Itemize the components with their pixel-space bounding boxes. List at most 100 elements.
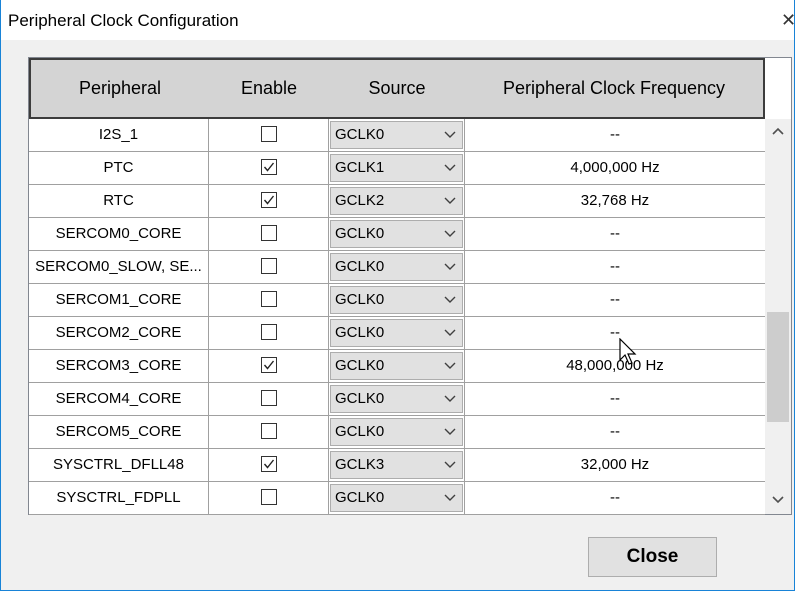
- dialog-window: Peripheral Clock Configuration ✕ Periphe…: [0, 0, 795, 591]
- source-cell: GCLK0: [329, 284, 465, 316]
- frequency-value: --: [610, 258, 620, 275]
- table-row[interactable]: SYSCTRL_DFLL48 GCLK3 32,000 Hz: [29, 449, 765, 482]
- source-cell: GCLK1: [329, 152, 465, 184]
- source-cell: GCLK0: [329, 218, 465, 250]
- enable-checkbox[interactable]: [260, 423, 277, 440]
- enable-checkbox[interactable]: [260, 159, 277, 176]
- enable-checkbox[interactable]: [260, 291, 277, 308]
- source-dropdown[interactable]: GCLK1: [330, 154, 463, 182]
- check-icon: [263, 162, 274, 172]
- chevron-down-icon: [444, 494, 456, 501]
- source-dropdown[interactable]: GCLK0: [330, 418, 463, 446]
- table-row[interactable]: RTC GCLK2 32,768 Hz: [29, 185, 765, 218]
- enable-cell: [209, 185, 329, 217]
- source-value: GCLK1: [335, 159, 385, 176]
- enable-cell: [209, 449, 329, 481]
- enable-cell: [209, 218, 329, 250]
- source-dropdown[interactable]: GCLK0: [330, 286, 463, 314]
- table-header: Peripheral Enable Source Peripheral Cloc…: [29, 58, 765, 119]
- enable-checkbox[interactable]: [260, 456, 277, 473]
- chevron-down-icon: [444, 461, 456, 468]
- table-row[interactable]: SERCOM0_SLOW, SE... GCLK0 --: [29, 251, 765, 284]
- header-peripheral[interactable]: Peripheral: [31, 60, 209, 117]
- chevron-down-icon: [444, 362, 456, 369]
- peripheral-name: SYSCTRL_FDPLL: [29, 482, 209, 514]
- frequency-value: 32,000 Hz: [580, 456, 650, 473]
- source-dropdown[interactable]: GCLK0: [330, 121, 463, 149]
- chevron-down-icon: [444, 131, 456, 138]
- frequency-value: --: [610, 126, 620, 143]
- source-dropdown[interactable]: GCLK2: [330, 187, 463, 215]
- peripheral-name: I2S_1: [29, 119, 209, 151]
- enable-checkbox[interactable]: [260, 324, 277, 341]
- enable-checkbox[interactable]: [260, 258, 277, 275]
- source-dropdown[interactable]: GCLK0: [330, 352, 463, 380]
- source-value: GCLK0: [335, 489, 385, 506]
- check-icon: [263, 195, 274, 205]
- source-dropdown[interactable]: GCLK0: [330, 220, 463, 248]
- source-value: GCLK0: [335, 324, 385, 341]
- source-dropdown[interactable]: GCLK0: [330, 484, 463, 512]
- close-icon[interactable]: ✕: [781, 10, 795, 30]
- frequency-value: --: [610, 324, 620, 341]
- peripheral-name: SYSCTRL_DFLL48: [29, 449, 209, 481]
- enable-cell: [209, 284, 329, 316]
- table-row[interactable]: SERCOM3_CORE GCLK0 48,000,000 Hz: [29, 350, 765, 383]
- header-enable[interactable]: Enable: [209, 60, 329, 117]
- vertical-scrollbar[interactable]: [765, 119, 791, 514]
- frequency-value: --: [610, 291, 620, 308]
- check-icon: [263, 459, 274, 469]
- source-dropdown[interactable]: GCLK0: [330, 319, 463, 347]
- table-row[interactable]: SYSCTRL_FDPLL GCLK0 --: [29, 482, 765, 515]
- header-frequency[interactable]: Peripheral Clock Frequency: [465, 60, 763, 117]
- source-value: GCLK3: [335, 456, 385, 473]
- table-row[interactable]: SERCOM0_CORE GCLK0 --: [29, 218, 765, 251]
- table-row[interactable]: SERCOM2_CORE GCLK0 --: [29, 317, 765, 350]
- scrollbar-thumb[interactable]: [767, 312, 789, 422]
- source-dropdown[interactable]: GCLK0: [330, 253, 463, 281]
- close-button[interactable]: Close: [588, 537, 717, 577]
- source-value: GCLK0: [335, 291, 385, 308]
- enable-checkbox[interactable]: [260, 192, 277, 209]
- chevron-down-icon[interactable]: [772, 496, 784, 504]
- enable-checkbox[interactable]: [260, 390, 277, 407]
- source-value: GCLK0: [335, 390, 385, 407]
- frequency-value: --: [610, 423, 620, 440]
- chevron-up-icon[interactable]: [772, 127, 784, 135]
- enable-cell: [209, 416, 329, 448]
- source-value: GCLK0: [335, 225, 385, 242]
- source-cell: GCLK0: [329, 251, 465, 283]
- table-row[interactable]: SERCOM1_CORE GCLK0 --: [29, 284, 765, 317]
- frequency-value: 32,768 Hz: [580, 192, 650, 209]
- chevron-down-icon: [444, 395, 456, 402]
- enable-checkbox[interactable]: [260, 126, 277, 143]
- peripheral-name: PTC: [29, 152, 209, 184]
- source-value: GCLK0: [335, 357, 385, 374]
- enable-cell: [209, 383, 329, 415]
- table-row[interactable]: I2S_1 GCLK0 --: [29, 119, 765, 152]
- enable-checkbox[interactable]: [260, 357, 277, 374]
- chevron-down-icon: [444, 329, 456, 336]
- source-dropdown[interactable]: GCLK3: [330, 451, 463, 479]
- table-row[interactable]: PTC GCLK1 4,000,000 Hz: [29, 152, 765, 185]
- frequency-value: --: [610, 489, 620, 506]
- frequency-value: 48,000,000 Hz: [566, 357, 664, 374]
- peripheral-table: Peripheral Enable Source Peripheral Cloc…: [28, 57, 792, 515]
- chevron-down-icon: [444, 428, 456, 435]
- window-title: Peripheral Clock Configuration: [8, 11, 239, 30]
- peripheral-name: SERCOM4_CORE: [29, 383, 209, 415]
- enable-checkbox[interactable]: [260, 225, 277, 242]
- header-source[interactable]: Source: [329, 60, 465, 117]
- source-value: GCLK0: [335, 126, 385, 143]
- source-value: GCLK0: [335, 258, 385, 275]
- peripheral-name: SERCOM0_CORE: [29, 218, 209, 250]
- peripheral-name: SERCOM1_CORE: [29, 284, 209, 316]
- source-dropdown[interactable]: GCLK0: [330, 385, 463, 413]
- peripheral-name: RTC: [29, 185, 209, 217]
- peripheral-name: SERCOM3_CORE: [29, 350, 209, 382]
- source-cell: GCLK0: [329, 482, 465, 514]
- table-row[interactable]: SERCOM5_CORE GCLK0 --: [29, 416, 765, 449]
- source-value: GCLK0: [335, 423, 385, 440]
- enable-checkbox[interactable]: [260, 489, 277, 506]
- table-row[interactable]: SERCOM4_CORE GCLK0 --: [29, 383, 765, 416]
